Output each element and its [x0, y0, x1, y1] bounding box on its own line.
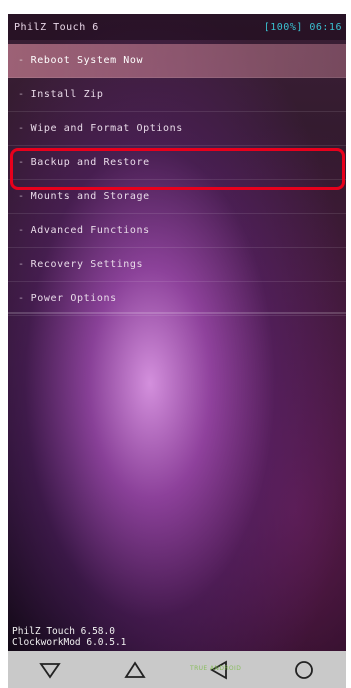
- menu-item-prefix: -: [18, 293, 25, 304]
- menu-item-label: Recovery Settings: [30, 259, 144, 270]
- menu-item-label: Reboot System Now: [30, 55, 144, 66]
- menu-item-label: Advanced Functions: [30, 225, 150, 236]
- menu-item-prefix: -: [18, 259, 25, 270]
- navigation-bar: [8, 651, 346, 688]
- status-bar: PhilZ Touch 6 [100%] 06:16: [8, 14, 346, 40]
- menu-item-install-zip[interactable]: - Install Zip: [8, 78, 346, 112]
- menu-item-reboot-system-now[interactable]: - Reboot System Now: [8, 44, 346, 78]
- menu-item-backup-and-restore[interactable]: - Backup and Restore: [8, 146, 346, 180]
- menu-item-label: Install Zip: [30, 89, 104, 100]
- watermark-text: TRUE ANDROID: [190, 665, 242, 672]
- menu-item-recovery-settings[interactable]: - Recovery Settings: [8, 248, 346, 282]
- recovery-menu: - Reboot System Now - Install Zip - Wipe…: [8, 44, 346, 316]
- menu-item-mounts-and-storage[interactable]: - Mounts and Storage: [8, 180, 346, 214]
- menu-item-prefix: -: [18, 157, 25, 168]
- menu-item-prefix: -: [18, 89, 25, 100]
- menu-item-label: Wipe and Format Options: [30, 123, 183, 134]
- recovery-screen: PhilZ Touch 6 [100%] 06:16 - Reboot Syst…: [8, 14, 346, 651]
- menu-item-label: Backup and Restore: [30, 157, 150, 168]
- circle-icon: [294, 660, 313, 679]
- menu-item-label: Power Options: [30, 293, 117, 304]
- version-info: PhilZ Touch 6.58.0 ClockworkMod 6.0.5.1: [12, 626, 126, 648]
- nav-back-button[interactable]: [25, 655, 75, 685]
- menu-item-prefix: -: [18, 191, 25, 202]
- menu-item-prefix: -: [18, 55, 25, 66]
- menu-item-wipe-and-format-options[interactable]: - Wipe and Format Options: [8, 112, 346, 146]
- menu-item-prefix: -: [18, 225, 25, 236]
- menu-divider: [8, 312, 346, 314]
- philz-version: PhilZ Touch 6.58.0: [12, 626, 115, 637]
- menu-item-power-options[interactable]: - Power Options: [8, 282, 346, 316]
- menu-item-label: Mounts and Storage: [30, 191, 150, 202]
- battery-time: [100%] 06:16: [263, 21, 342, 33]
- back-triangle-icon: [39, 662, 61, 679]
- phone-frame: PhilZ Touch 6 [100%] 06:16 - Reboot Syst…: [0, 0, 351, 688]
- recovery-title: PhilZ Touch 6: [14, 21, 99, 33]
- menu-item-advanced-functions[interactable]: - Advanced Functions: [8, 214, 346, 248]
- home-triangle-icon: [124, 660, 146, 678]
- nav-home-button[interactable]: [110, 655, 160, 685]
- nav-circle-button[interactable]: [279, 655, 329, 685]
- cwm-version: ClockworkMod 6.0.5.1: [12, 637, 127, 648]
- menu-item-prefix: -: [18, 123, 25, 134]
